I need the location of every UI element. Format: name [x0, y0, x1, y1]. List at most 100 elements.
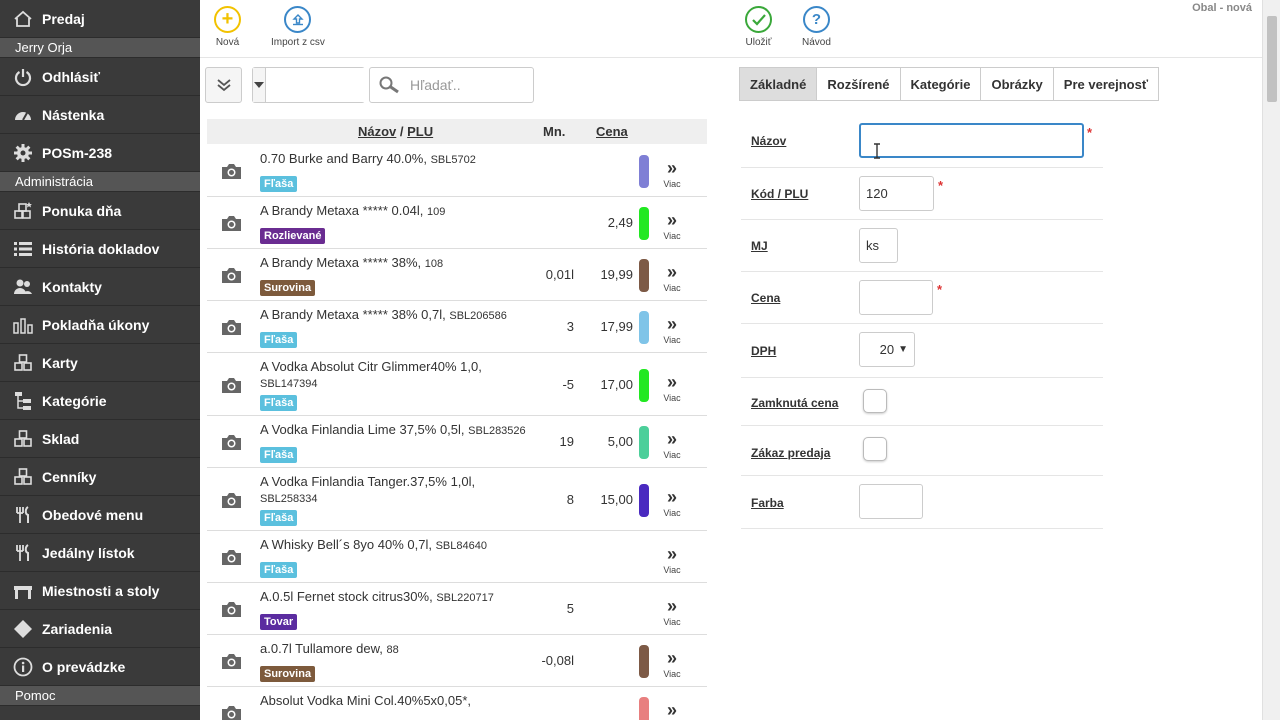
- table-row[interactable]: A Vodka Absolut Citr Glimmer40% 1,0, SBL…: [207, 353, 707, 416]
- more-button[interactable]: »Viac: [660, 159, 684, 189]
- locked-price-checkbox[interactable]: [863, 389, 887, 413]
- price-input[interactable]: [859, 280, 933, 315]
- camera-icon[interactable]: [220, 600, 243, 618]
- camera-icon[interactable]: [220, 376, 243, 394]
- sidebar-item-posm[interactable]: POSm-238: [0, 134, 200, 172]
- scrollbar[interactable]: [1262, 0, 1280, 720]
- camera-icon[interactable]: [220, 318, 243, 336]
- camera-icon[interactable]: [220, 162, 243, 180]
- sort-by-plu[interactable]: PLU: [407, 124, 433, 139]
- sidebar-item-karty[interactable]: Karty: [0, 344, 200, 382]
- sidebar-item-jedalny[interactable]: Jedálny lístok: [0, 534, 200, 572]
- sort-by-price[interactable]: Cena: [596, 124, 628, 139]
- product-plu: SBL84640: [435, 540, 487, 552]
- filter-dropdown[interactable]: [253, 68, 266, 102]
- camera-icon[interactable]: [220, 548, 243, 566]
- new-button[interactable]: + Nová: [214, 6, 241, 48]
- product-name-text: Absolut Vodka Mini Col.40%5x0,05*,: [260, 693, 472, 708]
- camera-icon[interactable]: [220, 266, 243, 284]
- import-csv-button[interactable]: Import z csv: [271, 6, 325, 48]
- caret-down-icon: [254, 82, 264, 88]
- table-row[interactable]: Absolut Vodka Mini Col.40%5x0,05*, »Viac: [207, 687, 707, 720]
- name-input[interactable]: [859, 123, 1084, 158]
- required-mark: *: [1087, 125, 1093, 140]
- caret-down-icon: ▼: [898, 344, 908, 355]
- sidebar-item-obedove[interactable]: Obedové menu: [0, 496, 200, 534]
- help-button[interactable]: ? Návod: [802, 6, 831, 48]
- diamond-icon: [12, 619, 34, 639]
- sidebar-item-historia[interactable]: História dokladov: [0, 230, 200, 268]
- more-label: Viac: [663, 179, 681, 189]
- sidebar-item-predaj[interactable]: Predaj: [0, 0, 200, 38]
- more-button[interactable]: »Viac: [660, 373, 684, 403]
- product-plu: SBL147394: [260, 378, 318, 390]
- more-button[interactable]: »Viac: [660, 430, 684, 460]
- product-name: A Vodka Finlandia Tanger.37,5% 1,0l, SBL…: [260, 474, 550, 507]
- table-row[interactable]: 0.70 Burke and Barry 40.0%, SBL5702 Fľaša…: [207, 145, 707, 197]
- code-input[interactable]: [859, 176, 934, 211]
- product-type-badge: Surovina: [260, 280, 316, 296]
- product-plu: SBL258334: [260, 493, 318, 505]
- product-price: 19,99: [600, 267, 633, 282]
- more-button[interactable]: »Viac: [660, 701, 684, 720]
- save-button[interactable]: Uložiť: [745, 6, 772, 48]
- product-plu: SBL206586: [449, 310, 507, 322]
- table-row[interactable]: A Vodka Finlandia Lime 37,5% 0,5l, SBL28…: [207, 416, 707, 468]
- camera-icon[interactable]: [220, 704, 243, 720]
- double-chevron-right-icon: »: [666, 314, 677, 334]
- sidebar-item-nastenka[interactable]: Nástenka: [0, 96, 200, 134]
- table-row[interactable]: A Whisky Bell´s 8yo 40% 0,7l, SBL84640 Fľ…: [207, 531, 707, 583]
- sidebar-item-odhlasit[interactable]: Odhlásiť: [0, 58, 200, 96]
- sort-by-name[interactable]: Názov: [358, 124, 396, 139]
- code-label: Kód / PLU: [751, 187, 809, 201]
- more-button[interactable]: »Viac: [660, 488, 684, 518]
- more-button[interactable]: »Viac: [660, 545, 684, 575]
- product-type-badge: Fľaša: [260, 562, 298, 578]
- camera-icon[interactable]: [220, 652, 243, 670]
- sale-ban-label: Zákaz predaja: [751, 446, 831, 460]
- more-button[interactable]: »Viac: [660, 263, 684, 293]
- sidebar-item-sklad[interactable]: Sklad: [0, 420, 200, 458]
- product-price: 17,99: [600, 319, 633, 334]
- more-button[interactable]: »Viac: [660, 649, 684, 679]
- more-button[interactable]: »Viac: [660, 314, 684, 345]
- scrollbar-thumb[interactable]: [1267, 16, 1277, 102]
- sidebar-item-ponuka[interactable]: Ponuka dňa: [0, 192, 200, 230]
- table-row[interactable]: A Brandy Metaxa ***** 38% 0,7l, SBL20658…: [207, 301, 707, 353]
- product-color-swatch: [639, 311, 649, 344]
- more-button[interactable]: »Viac: [660, 211, 684, 241]
- sidebar-item-miestnosti[interactable]: Miestnosti a stoly: [0, 572, 200, 610]
- camera-icon[interactable]: [220, 491, 243, 509]
- search-input[interactable]: [410, 77, 530, 93]
- sidebar-item-pokladna[interactable]: Pokladňa úkony: [0, 306, 200, 344]
- sidebar-item-cenniky[interactable]: Cenníky: [0, 458, 200, 496]
- form-row-locked-price: Zamknutá cena: [741, 378, 1103, 426]
- table-row[interactable]: A.0.5l Fernet stock citrus30%, SBL220717…: [207, 583, 707, 635]
- table-row[interactable]: a.0.7l Tullamore dew, 88 Surovina -0,08l » V…: [207, 635, 707, 687]
- tab-rozšírené[interactable]: Rozšírené: [816, 67, 901, 101]
- sidebar-item-prevadzka[interactable]: O prevádzke: [0, 648, 200, 686]
- product-plu: 109: [426, 206, 446, 218]
- color-input[interactable]: [859, 484, 923, 519]
- table-row[interactable]: A Brandy Metaxa ***** 0.04l, 109 Rozlieva…: [207, 197, 707, 249]
- sale-ban-checkbox[interactable]: [863, 437, 887, 461]
- sidebar-item-zariadenia[interactable]: Zariadenia: [0, 610, 200, 648]
- tab-pre-verejnosť[interactable]: Pre verejnosť: [1052, 67, 1160, 101]
- product-name-text: A Vodka Finlandia Lime 37,5% 0,5l,: [260, 422, 465, 437]
- tab-obrázky[interactable]: Obrázky: [980, 67, 1054, 101]
- sidebar-item-kontakty[interactable]: Kontakty: [0, 268, 200, 306]
- sidebar-item-kategorie[interactable]: Kategórie: [0, 382, 200, 420]
- tab-základné[interactable]: Základné: [739, 67, 818, 101]
- product-qty: 19: [559, 434, 574, 449]
- unit-input[interactable]: [859, 228, 898, 263]
- vat-select[interactable]: 20 ▼: [859, 332, 915, 367]
- table-row[interactable]: A Brandy Metaxa ***** 38%, 108 Surovina 0,…: [207, 249, 707, 301]
- camera-icon[interactable]: [220, 433, 243, 451]
- tab-kategórie[interactable]: Kategórie: [899, 67, 982, 101]
- more-button[interactable]: »Viac: [660, 597, 684, 627]
- camera-icon[interactable]: [220, 214, 243, 232]
- sidebar-item-label: Obedové menu: [42, 506, 144, 523]
- table-row[interactable]: A Vodka Finlandia Tanger.37,5% 1,0l, SBL…: [207, 468, 707, 531]
- sidebar-item-label: Odhlásiť: [42, 68, 101, 85]
- collapse-button[interactable]: [205, 67, 242, 103]
